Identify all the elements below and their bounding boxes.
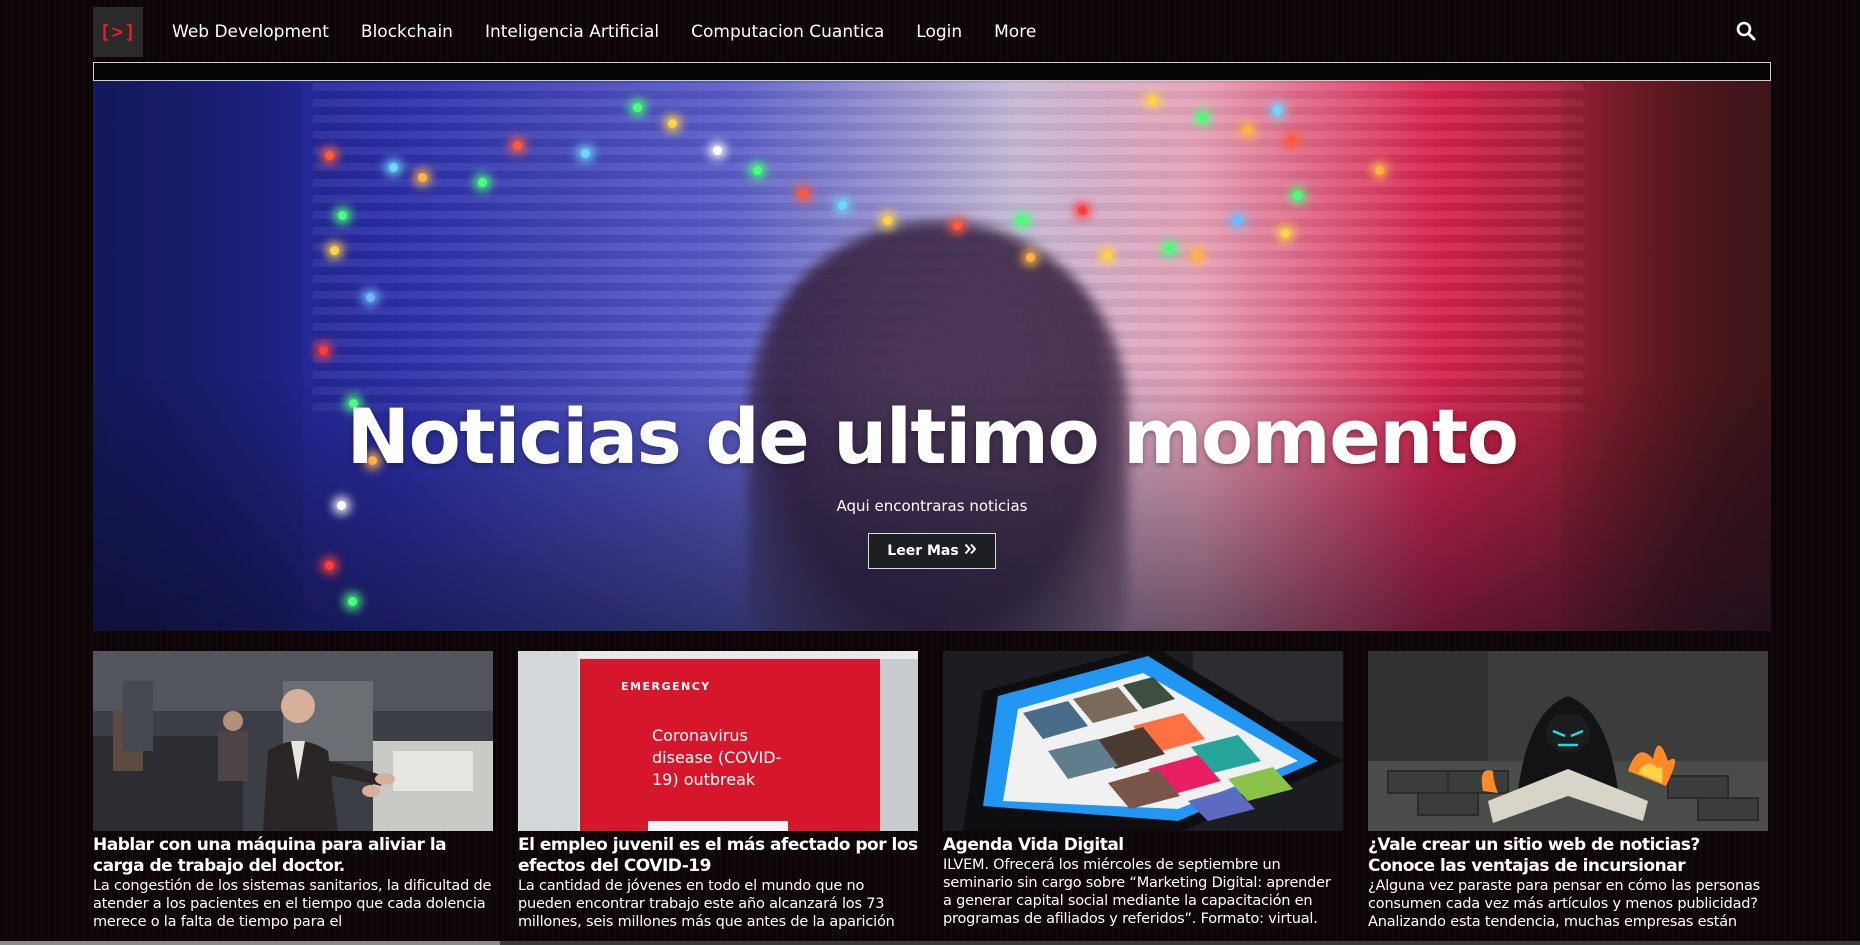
string-light: [348, 597, 357, 606]
string-light: [1198, 113, 1207, 122]
string-light: [1293, 191, 1302, 200]
hero-content: Noticias de ultimo momento Aqui encontra…: [93, 399, 1771, 569]
string-light: [338, 211, 347, 220]
string-light: [799, 189, 808, 198]
news-cards: Hablar con una máquina para aliviar la c…: [93, 651, 1771, 931]
string-light: [325, 151, 334, 160]
card-excerpt: La cantidad de jóvenes en todo el mundo …: [518, 878, 895, 930]
news-card[interactable]: EMERGENCY Coronavirus disease (COVID- 19…: [518, 651, 918, 931]
string-light: [838, 201, 847, 210]
sign-line-3: 19) outbreak: [652, 770, 756, 789]
string-light: [1026, 253, 1035, 262]
string-light: [883, 216, 892, 225]
sign-line-1: Coronavirus: [652, 726, 748, 745]
string-light: [1193, 251, 1202, 260]
string-light: [1375, 166, 1384, 175]
string-light: [1148, 96, 1157, 105]
search-bar[interactable]: [93, 62, 1771, 81]
string-light: [513, 141, 522, 150]
string-light: [1078, 206, 1087, 215]
string-light: [478, 178, 487, 187]
search-icon[interactable]: [1735, 20, 1757, 42]
card-title[interactable]: El empleo juvenil es el más afectado por…: [518, 835, 918, 877]
top-navbar: [>] Web Development Blockchain Inteligen…: [93, 0, 1771, 62]
card-image-covid[interactable]: EMERGENCY Coronavirus disease (COVID- 19…: [518, 651, 918, 831]
card-image-doctor[interactable]: [93, 651, 493, 831]
brand-logo[interactable]: [>]: [93, 7, 143, 57]
card-title[interactable]: Hablar con una máquina para aliviar la c…: [93, 835, 493, 877]
string-light: [319, 346, 328, 355]
sign-line-2: disease (COVID-: [652, 748, 781, 767]
news-card[interactable]: Hablar con una máquina para aliviar la c…: [93, 651, 493, 931]
string-light: [418, 173, 427, 182]
string-light: [366, 293, 375, 302]
hero-title: Noticias de ultimo momento: [346, 392, 1519, 481]
card-title[interactable]: ¿Vale crear un sitio web de noticias? Co…: [1368, 835, 1768, 877]
hero-banner: Noticias de ultimo momento Aqui encontra…: [93, 81, 1771, 631]
string-light: [633, 103, 642, 112]
string-light: [713, 146, 722, 155]
card-excerpt: ¿Alguna vez paraste para pensar en cómo …: [1368, 878, 1761, 930]
read-more-label: Leer Mas: [887, 543, 959, 559]
string-light: [330, 246, 339, 255]
card-title[interactable]: Agenda Vida Digital: [943, 835, 1343, 856]
double-chevron-right-icon: [964, 543, 977, 559]
string-light: [1233, 216, 1242, 225]
card-excerpt: La congestión de los sistemas sanitarios…: [93, 878, 492, 930]
string-light: [753, 166, 762, 175]
news-card[interactable]: ¿Vale crear un sitio web de noticias? Co…: [1368, 651, 1768, 931]
card-excerpt: ILVEM. Ofrecerá los miércoles de septiem…: [943, 857, 1331, 927]
nav-link-computacion-cuantica[interactable]: Computacion Cuantica: [691, 22, 884, 42]
scrollbar-thumb[interactable]: [0, 941, 500, 945]
nav-link-inteligencia-artificial[interactable]: Inteligencia Artificial: [485, 22, 659, 42]
string-light: [1281, 229, 1290, 238]
string-light: [389, 163, 398, 172]
string-light: [1243, 126, 1252, 135]
nav-link-blockchain[interactable]: Blockchain: [361, 22, 453, 42]
string-light: [668, 119, 677, 128]
string-light: [581, 149, 590, 158]
nav-link-more[interactable]: More: [994, 22, 1036, 42]
string-light: [1288, 136, 1297, 145]
string-light: [1273, 106, 1282, 115]
string-light: [1103, 251, 1112, 260]
nav-link-web-development[interactable]: Web Development: [172, 22, 329, 42]
string-light: [1018, 216, 1027, 225]
hero-subtitle: Aqui encontraras noticias: [836, 497, 1028, 515]
nav-links: Web Development Blockchain Inteligencia …: [172, 0, 1068, 62]
horizontal-scrollbar[interactable]: [0, 941, 1860, 945]
page-wrapper: [>] Web Development Blockchain Inteligen…: [93, 0, 1771, 931]
string-light: [953, 221, 962, 230]
card-image-hacker-newspaper[interactable]: [1368, 651, 1768, 831]
sign-header: EMERGENCY: [621, 680, 711, 693]
news-card[interactable]: Agenda Vida Digital ILVEM. Ofrecerá los …: [943, 651, 1343, 931]
read-more-button[interactable]: Leer Mas: [868, 533, 996, 569]
nav-link-login[interactable]: Login: [916, 22, 962, 42]
card-image-tablet[interactable]: [943, 651, 1343, 831]
string-light: [1165, 244, 1174, 253]
